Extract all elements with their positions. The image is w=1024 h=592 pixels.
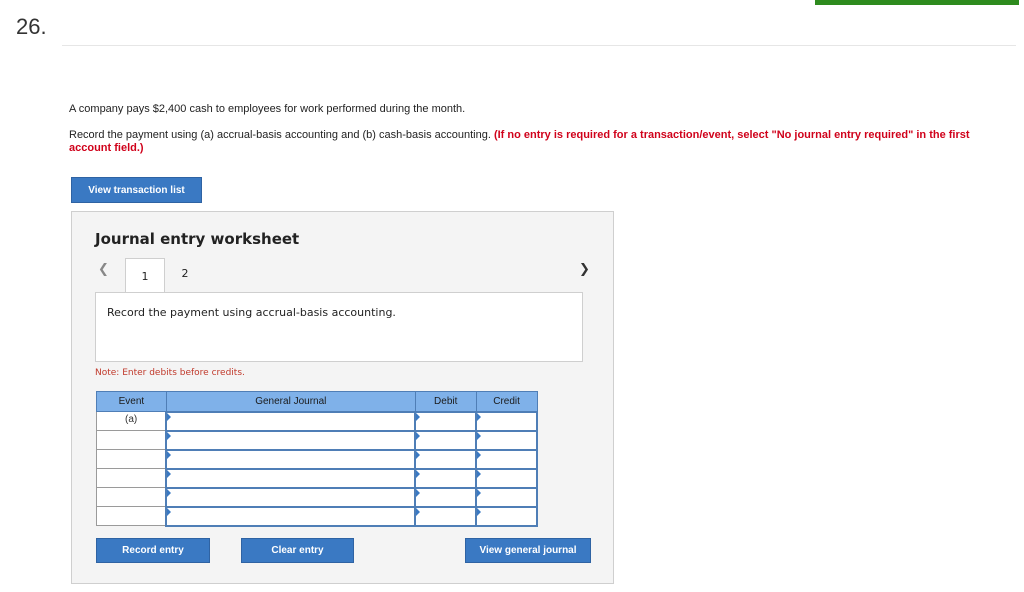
clear-entry-button[interactable]: Clear entry (241, 538, 354, 563)
tab-1[interactable]: 1 (125, 258, 165, 293)
credit-header: Credit (475, 391, 538, 412)
event-cell (96, 430, 167, 450)
event-cell (96, 468, 167, 488)
worksheet-description: Record the payment using accrual-basis a… (107, 306, 396, 319)
journal-table-header: Event General Journal Debit Credit (96, 391, 538, 412)
credit-field[interactable] (475, 448, 538, 470)
event-cell (96, 449, 167, 469)
table-row (96, 429, 538, 451)
debit-header: Debit (414, 391, 477, 412)
question-number: 26. (16, 14, 47, 39)
table-row (96, 467, 538, 489)
general-journal-header: General Journal (165, 391, 416, 412)
journal-table: Event General Journal Debit Credit (a) (96, 391, 538, 527)
table-row (96, 448, 538, 470)
worksheet-title: Journal entry worksheet (95, 230, 300, 248)
question-prompt: A company pays $2,400 cash to employees … (69, 103, 466, 115)
account-field[interactable] (165, 505, 417, 527)
debit-field[interactable] (414, 467, 478, 489)
record-entry-button[interactable]: Record entry (96, 538, 210, 563)
debit-field[interactable] (414, 429, 478, 451)
credit-field[interactable] (475, 429, 538, 451)
progress-indicator-bar (815, 0, 1019, 5)
credit-field[interactable] (475, 410, 538, 432)
instruction-text: Record the payment using (a) accrual-bas… (69, 129, 494, 141)
table-row (96, 505, 538, 527)
credit-field[interactable] (475, 486, 538, 508)
event-cell (96, 506, 167, 526)
debit-field[interactable] (414, 448, 478, 470)
chevron-left-icon[interactable]: ❮ (98, 262, 109, 277)
account-field[interactable] (165, 467, 417, 489)
view-transaction-list-button[interactable]: View transaction list (71, 177, 202, 203)
header-divider (62, 45, 1016, 46)
credit-field[interactable] (475, 505, 538, 527)
debit-field[interactable] (414, 410, 478, 432)
event-cell: (a) (96, 411, 167, 431)
account-field[interactable] (165, 486, 417, 508)
worksheet-note: Note: Enter debits before credits. (95, 368, 245, 378)
table-row: (a) (96, 410, 538, 432)
chevron-right-icon[interactable]: ❯ (579, 262, 590, 277)
tab-2[interactable]: 2 (165, 258, 205, 288)
event-header: Event (96, 391, 167, 412)
journal-entry-worksheet: Journal entry worksheet ❮ 1 2 ❯ Record t… (71, 211, 614, 584)
debit-field[interactable] (414, 486, 478, 508)
event-cell (96, 487, 167, 507)
account-field[interactable] (165, 448, 417, 470)
account-field[interactable] (165, 410, 417, 432)
question-instruction: Record the payment using (a) accrual-bas… (69, 129, 1014, 155)
credit-field[interactable] (475, 467, 538, 489)
table-row (96, 486, 538, 508)
view-general-journal-button[interactable]: View general journal (465, 538, 591, 563)
worksheet-description-box: Record the payment using accrual-basis a… (95, 292, 583, 362)
account-field[interactable] (165, 429, 417, 451)
debit-field[interactable] (414, 505, 478, 527)
